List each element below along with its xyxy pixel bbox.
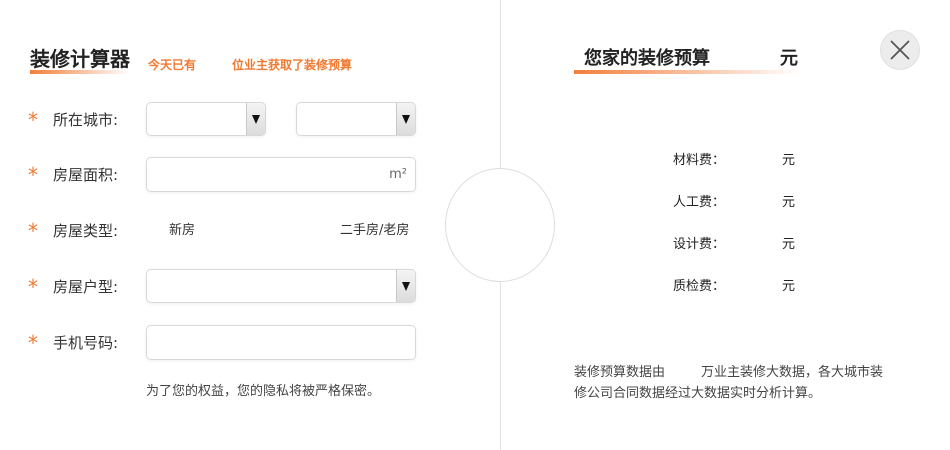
privacy-note: 为了您的权益，您的隐私将被严格保密。	[146, 384, 381, 399]
house-type-row: * 房屋类型: 新房 二手房/老房	[28, 213, 428, 249]
chevron-down-icon[interactable]	[396, 103, 415, 135]
required-mark: *	[28, 219, 38, 243]
house-type-option-used[interactable]: 二手房/老房	[340, 222, 409, 240]
area-label: 房屋面积:	[53, 166, 119, 184]
area-unit: m²	[389, 167, 407, 182]
panel-divider-notch	[445, 168, 555, 282]
fee-label: 人工费：	[673, 195, 726, 210]
required-mark: *	[28, 108, 38, 132]
required-mark: *	[28, 275, 38, 299]
close-button[interactable]	[880, 30, 920, 70]
city-label: 所在城市:	[53, 111, 119, 129]
city-row: * 所在城市:	[28, 102, 428, 138]
budget-title-bar: 您家的装修预算 元	[574, 46, 800, 74]
phone-row: * 手机号码:	[28, 325, 428, 361]
area-input[interactable]: m²	[146, 157, 416, 192]
fee-label: 质检费：	[673, 279, 726, 294]
fee-row-inspection: 质检费： 元	[673, 277, 813, 297]
budget-note: 装修预算数据由 万业主装修大数据，各大城市装修公司合同数据经过大数据实时分析计算。	[574, 362, 894, 404]
fee-row-labor: 人工费： 元	[673, 193, 813, 213]
province-select[interactable]	[146, 102, 266, 136]
budget-title: 您家的装修预算	[584, 48, 710, 69]
required-mark: *	[28, 163, 38, 187]
fee-unit: 元	[782, 195, 796, 210]
today-stat-prefix: 今天已有	[148, 58, 197, 72]
house-type-option-new[interactable]: 新房	[169, 222, 195, 240]
budget-calculator-dialog: 装修计算器 今天已有 位业主获取了装修预算 * 所在城市: * 房屋面积: m² …	[0, 0, 950, 450]
fee-unit: 元	[782, 237, 796, 252]
chevron-down-icon[interactable]	[396, 270, 415, 302]
house-type-label: 房屋类型:	[53, 222, 119, 240]
budget-note-prefix: 装修预算数据由	[574, 365, 666, 380]
today-stat-suffix: 位业主获取了装修预算	[232, 58, 353, 72]
fee-label: 材料费：	[673, 153, 726, 168]
calculator-title: 装修计算器	[30, 46, 130, 74]
fee-row-design: 设计费： 元	[673, 235, 813, 255]
close-icon[interactable]	[889, 39, 911, 61]
phone-input[interactable]	[146, 325, 416, 360]
layout-row: * 房屋户型:	[28, 269, 428, 305]
fee-unit: 元	[782, 279, 796, 294]
today-stat: 今天已有 位业主获取了装修预算	[148, 58, 352, 72]
layout-select[interactable]	[146, 269, 416, 303]
area-row: * 房屋面积: m²	[28, 157, 428, 193]
city-select[interactable]	[296, 102, 416, 136]
layout-label: 房屋户型:	[53, 278, 119, 296]
fee-unit: 元	[782, 153, 796, 168]
required-mark: *	[28, 331, 38, 355]
budget-title-unit: 元	[780, 48, 798, 69]
chevron-down-icon[interactable]	[246, 103, 265, 135]
fee-row-material: 材料费： 元	[673, 151, 813, 171]
phone-label: 手机号码:	[53, 334, 119, 352]
fee-label: 设计费：	[673, 237, 726, 252]
